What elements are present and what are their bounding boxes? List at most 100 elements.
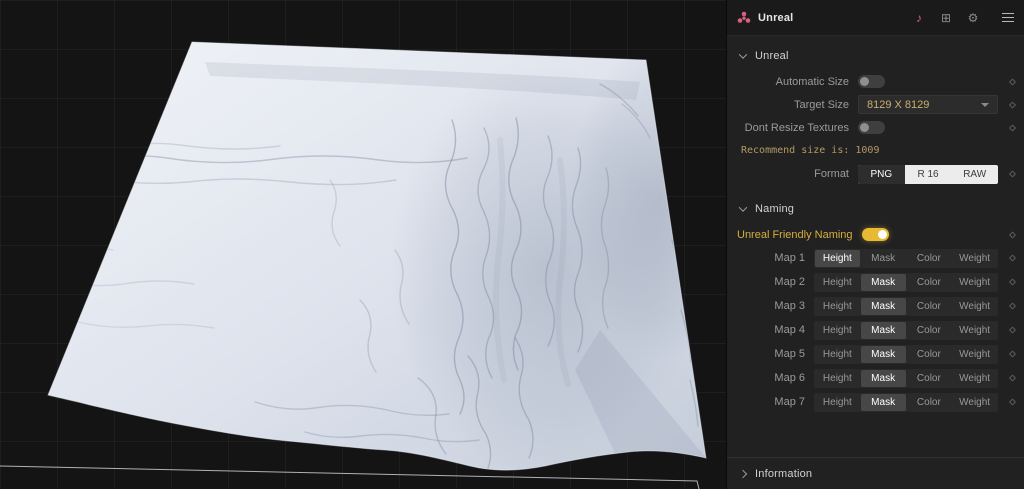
row-unreal-friendly-naming: Unreal Friendly Naming	[727, 223, 1024, 246]
map-option-mask[interactable]: Mask	[861, 250, 906, 267]
unreal-export-panel: Unreal ♪ ⊞ ⚙ Unreal Automatic Size Targe…	[726, 0, 1024, 489]
map-row-3: Map 3 Height Mask Color Weight	[727, 294, 1024, 318]
row-format: Format PNG R 16 RAW	[727, 161, 1024, 187]
tools-icon[interactable]: ⚙	[963, 0, 983, 36]
reset-diamond-icon[interactable]	[1009, 374, 1016, 381]
section-naming-header[interactable]: Naming	[727, 195, 1024, 223]
map-option-weight[interactable]: Weight	[952, 298, 997, 315]
chevron-down-icon	[739, 203, 747, 211]
map-option-height[interactable]: Height	[815, 250, 860, 267]
map-option-weight[interactable]: Weight	[952, 394, 997, 411]
map-option-height[interactable]: Height	[815, 322, 860, 339]
reset-diamond-icon[interactable]	[1009, 124, 1016, 131]
row-target-size: Target Size 8129 X 8129	[727, 93, 1024, 116]
map-option-height[interactable]: Height	[815, 298, 860, 315]
reset-diamond-icon[interactable]	[1009, 350, 1016, 357]
reset-diamond-icon[interactable]	[1009, 101, 1016, 108]
reset-diamond-icon[interactable]	[1009, 398, 1016, 405]
map-option-mask[interactable]: Mask	[861, 274, 906, 291]
map-row-5: Map 5 Height Mask Color Weight	[727, 342, 1024, 366]
map-option-color[interactable]: Color	[907, 370, 952, 387]
automatic-size-label: Automatic Size	[737, 76, 849, 88]
map-7-type-segmented: Height Mask Color Weight	[814, 393, 998, 412]
map-option-mask[interactable]: Mask	[861, 394, 906, 411]
section-title: Information	[755, 468, 812, 480]
map-option-height[interactable]: Height	[815, 346, 860, 363]
map-option-mask[interactable]: Mask	[861, 298, 906, 315]
format-label: Format	[737, 168, 849, 180]
map-1-type-segmented: Height Mask Color Weight	[814, 249, 998, 268]
map-label: Map 6	[737, 372, 805, 384]
target-size-dropdown[interactable]: 8129 X 8129	[858, 95, 998, 114]
map-option-weight[interactable]: Weight	[952, 370, 997, 387]
map-6-type-segmented: Height Mask Color Weight	[814, 369, 998, 388]
map-option-height[interactable]: Height	[815, 370, 860, 387]
map-row-7: Map 7 Height Mask Color Weight	[727, 390, 1024, 414]
reset-diamond-icon[interactable]	[1009, 302, 1016, 309]
map-option-color[interactable]: Color	[907, 298, 952, 315]
map-label: Map 3	[737, 300, 805, 312]
row-dont-resize: Dont Resize Textures	[727, 116, 1024, 139]
map-option-weight[interactable]: Weight	[952, 250, 997, 267]
package-icon[interactable]: ⊞	[936, 0, 956, 36]
map-option-weight[interactable]: Weight	[952, 322, 997, 339]
section-title: Naming	[755, 203, 794, 215]
chevron-down-icon	[739, 50, 747, 58]
grid-baseline	[0, 466, 699, 489]
format-option-png[interactable]: PNG	[858, 165, 905, 184]
map-option-weight[interactable]: Weight	[952, 274, 997, 291]
map-4-type-segmented: Height Mask Color Weight	[814, 321, 998, 340]
map-label: Map 4	[737, 324, 805, 336]
map-row-1: Map 1 Height Mask Color Weight	[727, 246, 1024, 270]
music-note-icon[interactable]: ♪	[909, 0, 929, 36]
section-unreal-header[interactable]: Unreal	[727, 42, 1024, 70]
map-option-color[interactable]: Color	[907, 346, 952, 363]
map-5-type-segmented: Height Mask Color Weight	[814, 345, 998, 364]
map-option-height[interactable]: Height	[815, 394, 860, 411]
gaea-flower-icon	[737, 11, 751, 25]
reset-diamond-icon[interactable]	[1009, 78, 1016, 85]
reset-diamond-icon[interactable]	[1009, 254, 1016, 261]
target-size-value: 8129 X 8129	[867, 99, 929, 111]
format-option-r16[interactable]: R 16	[905, 165, 952, 184]
panel-title: Unreal	[758, 12, 793, 24]
3d-viewport[interactable]	[0, 0, 726, 489]
format-segmented: PNG R 16 RAW	[858, 165, 998, 184]
map-option-color[interactable]: Color	[907, 394, 952, 411]
caret-down-icon	[981, 103, 989, 107]
map-option-height[interactable]: Height	[815, 274, 860, 291]
map-label: Map 1	[737, 252, 805, 264]
map-label: Map 2	[737, 276, 805, 288]
map-option-color[interactable]: Color	[907, 274, 952, 291]
friendly-naming-label: Unreal Friendly Naming	[737, 229, 853, 241]
target-size-label: Target Size	[737, 99, 849, 111]
map-row-6: Map 6 Height Mask Color Weight	[727, 366, 1024, 390]
menu-icon[interactable]	[1002, 13, 1014, 23]
dont-resize-toggle[interactable]	[858, 121, 885, 134]
map-option-mask[interactable]: Mask	[861, 322, 906, 339]
map-2-type-segmented: Height Mask Color Weight	[814, 273, 998, 292]
map-option-weight[interactable]: Weight	[952, 346, 997, 363]
friendly-naming-toggle[interactable]	[862, 228, 889, 241]
map-row-2: Map 2 Height Mask Color Weight	[727, 270, 1024, 294]
reset-diamond-icon[interactable]	[1009, 170, 1016, 177]
dont-resize-label: Dont Resize Textures	[737, 122, 849, 134]
section-information-header[interactable]: Information	[727, 457, 1024, 489]
row-automatic-size: Automatic Size	[727, 70, 1024, 93]
reset-diamond-icon[interactable]	[1009, 326, 1016, 333]
map-label: Map 7	[737, 396, 805, 408]
app-window: Unreal ♪ ⊞ ⚙ Unreal Automatic Size Targe…	[0, 0, 1024, 489]
panel-header: Unreal ♪ ⊞ ⚙	[727, 0, 1024, 36]
section-title: Unreal	[755, 50, 789, 62]
map-option-mask[interactable]: Mask	[861, 346, 906, 363]
reset-diamond-icon[interactable]	[1009, 231, 1016, 238]
panel-body: Unreal Automatic Size Target Size 8129 X…	[727, 36, 1024, 489]
map-3-type-segmented: Height Mask Color Weight	[814, 297, 998, 316]
format-option-raw[interactable]: RAW	[951, 165, 998, 184]
reset-diamond-icon[interactable]	[1009, 278, 1016, 285]
map-option-color[interactable]: Color	[907, 322, 952, 339]
map-label: Map 5	[737, 348, 805, 360]
map-option-mask[interactable]: Mask	[861, 370, 906, 387]
map-option-color[interactable]: Color	[907, 250, 952, 267]
automatic-size-toggle[interactable]	[858, 75, 885, 88]
